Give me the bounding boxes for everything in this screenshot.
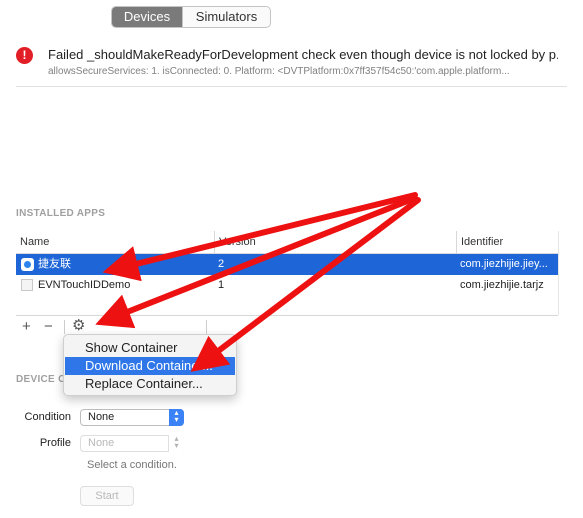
arrow-to-download-container <box>190 197 421 372</box>
annotation-arrows <box>95 192 421 372</box>
